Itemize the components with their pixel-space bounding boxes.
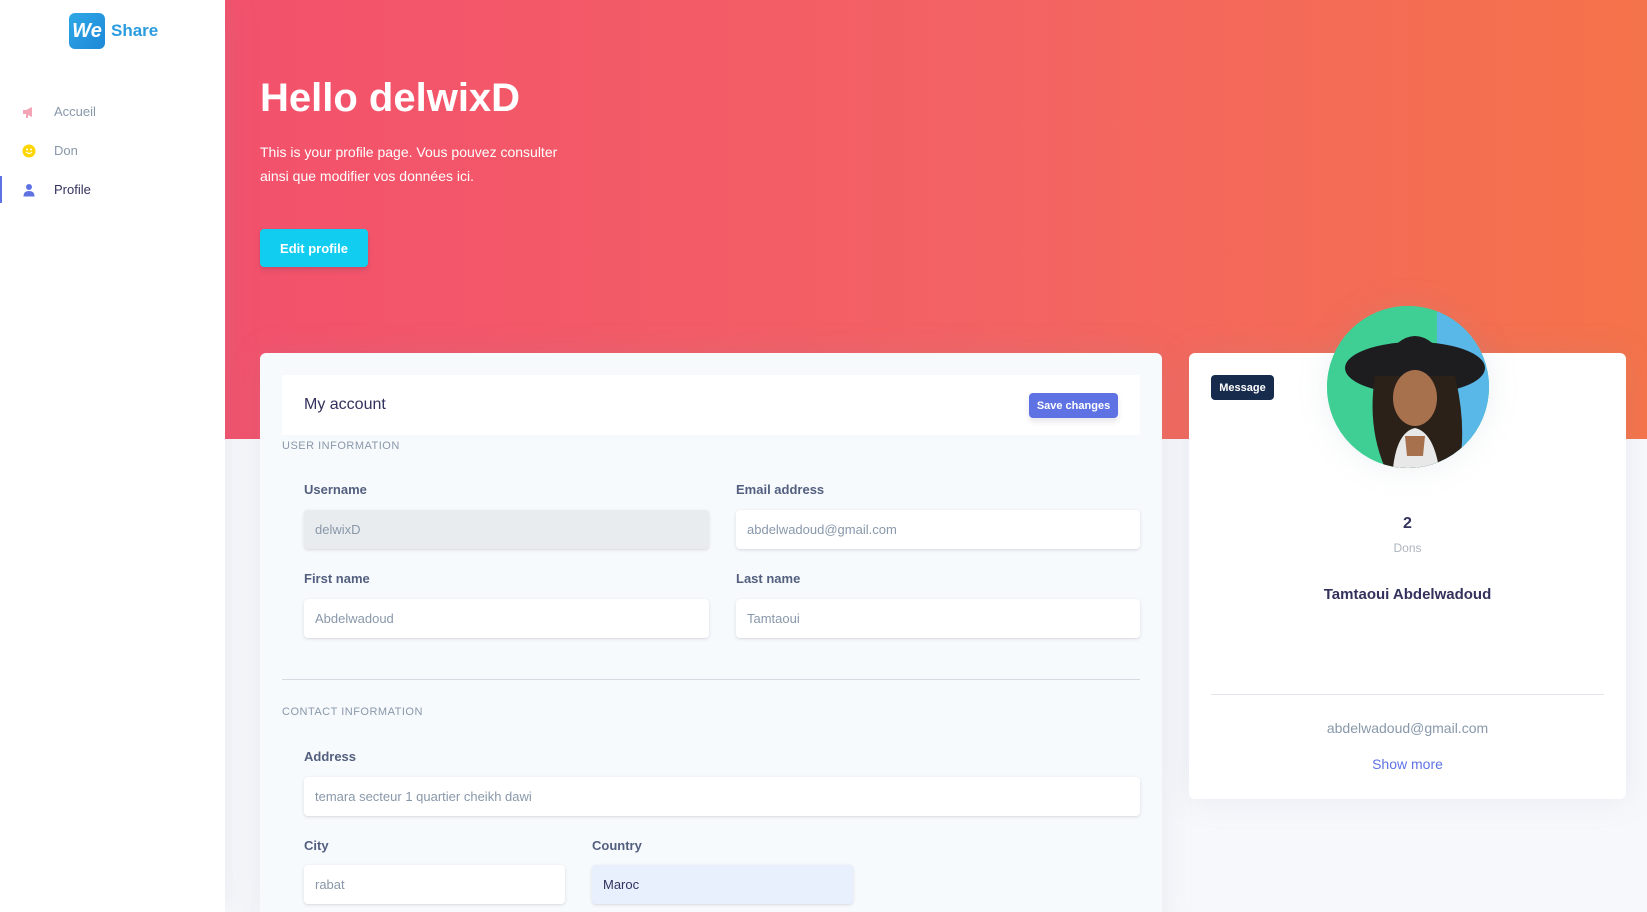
section-divider (282, 679, 1140, 680)
country-field[interactable] (592, 865, 853, 904)
brand-name: Share (111, 21, 159, 40)
edit-profile-button[interactable]: Edit profile (260, 229, 368, 267)
sidebar-item-accueil[interactable]: Accueil (0, 92, 225, 131)
save-changes-button[interactable]: Save changes (1029, 393, 1118, 418)
account-card-header: My account Save changes (282, 375, 1140, 435)
city-label: City (304, 838, 329, 853)
sidebar-item-label: Accueil (54, 104, 96, 119)
sidebar-item-label: Don (54, 143, 78, 158)
email-label: Email address (736, 482, 825, 497)
profile-email: abdelwadoud@gmail.com (1326, 720, 1489, 736)
user-information-heading: USER INFORMATION (282, 440, 400, 452)
smile-icon (22, 144, 36, 158)
page-subtitle: This is your profile page. Vous pouvez c… (260, 144, 558, 184)
username-field[interactable] (304, 510, 709, 549)
last-name-label: Last name (736, 571, 801, 586)
account-title: My account (304, 396, 386, 413)
username-label: Username (304, 482, 367, 497)
sidebar-item-label: Profile (54, 182, 91, 197)
account-card: My account Save changes USER INFORMATION… (260, 353, 1162, 912)
avatar[interactable] (1327, 306, 1489, 468)
megaphone-icon (22, 105, 36, 119)
sidebar-item-don[interactable]: Don (0, 131, 225, 170)
sidebar-nav: Accueil Don Profile (0, 92, 225, 209)
sidebar-item-profile[interactable]: Profile (0, 170, 225, 209)
country-label: Country (592, 838, 642, 853)
first-name-label: First name (304, 571, 370, 586)
profile-full-name: Tamtaoui Abdelwadoud (1323, 586, 1492, 603)
email-field[interactable] (736, 510, 1140, 549)
profile-divider (1211, 694, 1604, 695)
address-label: Address (304, 749, 357, 764)
show-more-link[interactable]: Show more (1189, 756, 1626, 772)
message-button[interactable]: Message (1211, 375, 1274, 400)
sidebar: We Share Accueil Don Profile (0, 0, 225, 912)
page-title: Hello delwixD (260, 76, 521, 120)
donations-count: 2 (1403, 515, 1412, 532)
user-icon (22, 183, 36, 197)
donations-label: Dons (1393, 541, 1422, 555)
first-name-field[interactable] (304, 599, 709, 638)
brand-logo[interactable]: We Share (69, 13, 158, 49)
brand-badge: We (69, 13, 105, 49)
contact-information-heading: CONTACT INFORMATION (282, 706, 423, 718)
city-field[interactable] (304, 865, 565, 904)
address-field[interactable] (304, 777, 1140, 816)
last-name-field[interactable] (736, 599, 1140, 638)
